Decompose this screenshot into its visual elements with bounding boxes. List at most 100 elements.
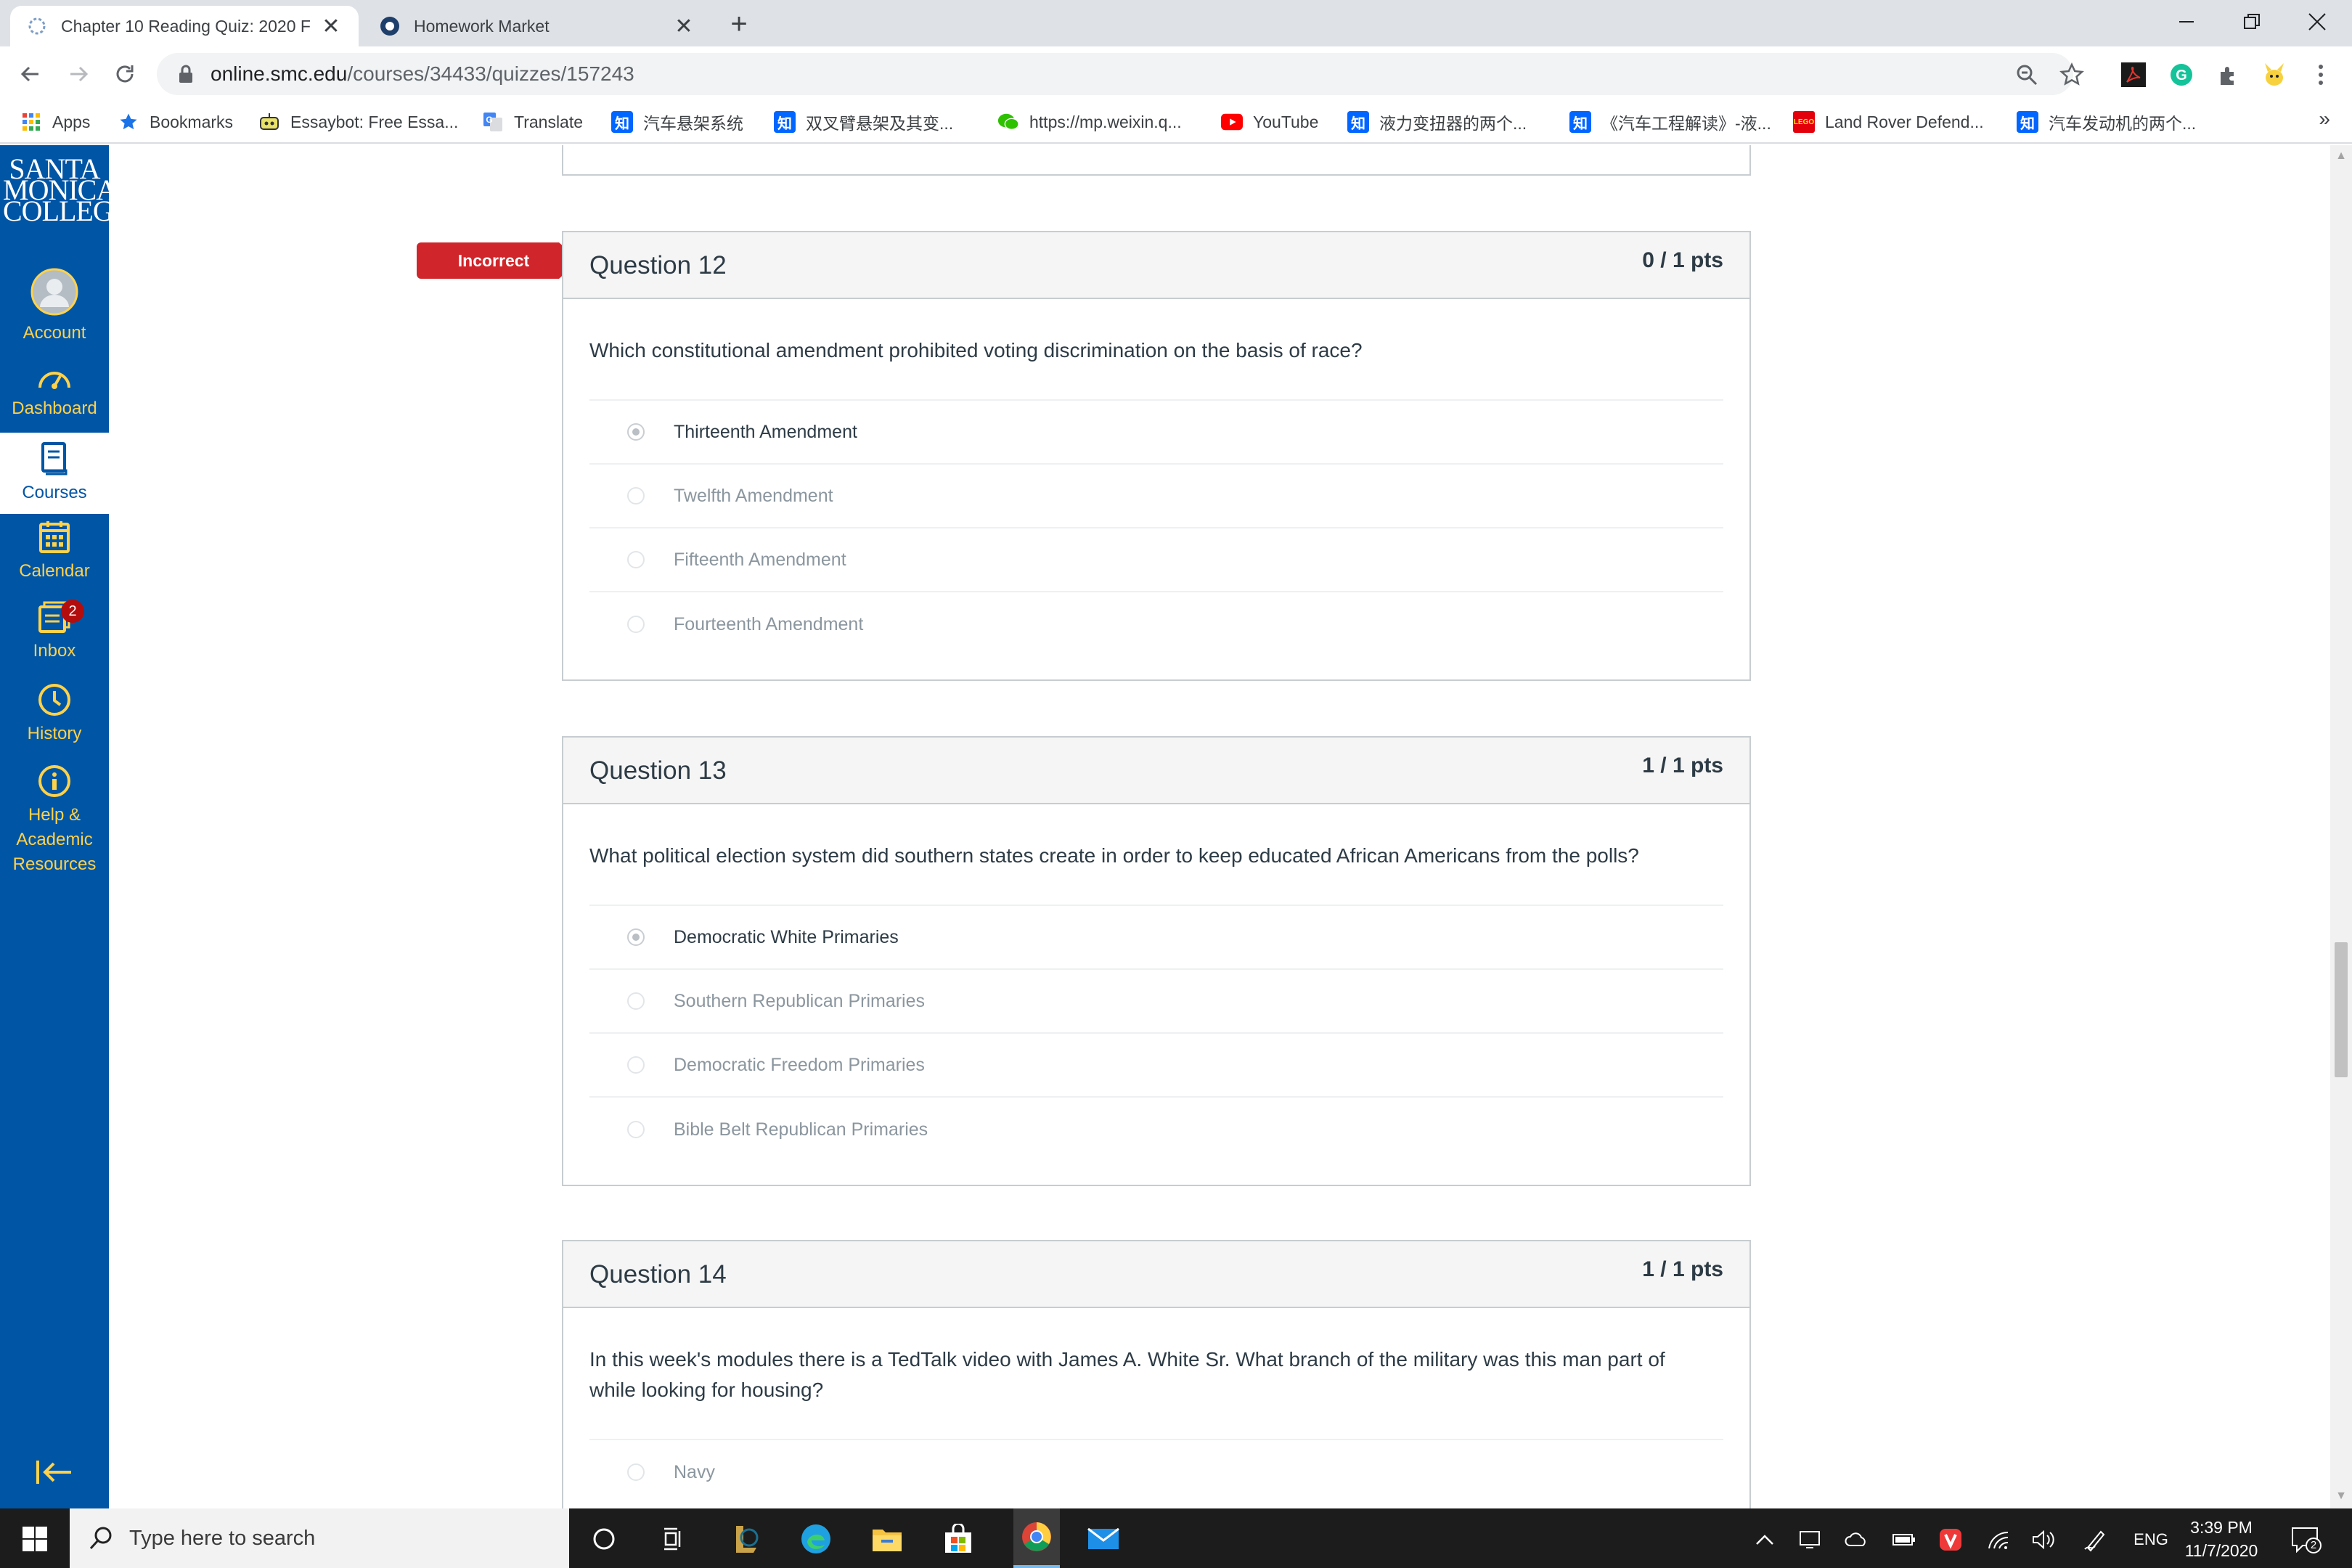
bookmark-zhihu-3[interactable]: 知 液力变扭器的两个... <box>1347 107 1527 136</box>
microsoft-store-icon[interactable] <box>939 1520 977 1558</box>
pikachu-extension-icon[interactable] <box>2261 61 2288 89</box>
windows-start-icon[interactable] <box>16 1520 54 1558</box>
question-header: Question 13 1 / 1 pts <box>563 738 1749 804</box>
calendar-icon <box>39 521 70 553</box>
bookmark-weixin[interactable]: https://mp.weixin.q... <box>997 107 1182 136</box>
youtube-icon <box>1221 111 1243 133</box>
league-app-icon[interactable] <box>727 1520 765 1558</box>
onedrive-icon[interactable] <box>1842 1526 1870 1553</box>
restore-button[interactable] <box>2226 4 2278 39</box>
question-points: 0 / 1 pts <box>1642 248 1723 272</box>
battery-icon[interactable] <box>1890 1526 1918 1553</box>
nav-history[interactable]: History <box>0 682 109 758</box>
answer-list: Navy <box>589 1439 1723 1504</box>
zoom-icon[interactable] <box>2014 62 2040 88</box>
address-bar[interactable]: online.smc.edu/courses/34433/quizzes/157… <box>157 53 2084 95</box>
task-view-icon[interactable] <box>655 1520 693 1558</box>
answer-option[interactable]: Navy <box>589 1440 1723 1504</box>
inbox-unread-badge: 2 <box>61 600 84 623</box>
close-window-button[interactable] <box>2291 4 2343 39</box>
minimize-button[interactable] <box>2160 4 2213 39</box>
collapse-nav-icon[interactable] <box>35 1458 74 1487</box>
nav-dashboard[interactable]: Dashboard <box>0 363 109 433</box>
answer-option[interactable]: Twelfth Amendment <box>589 465 1723 528</box>
bookmark-zhihu-1[interactable]: 知 汽车悬架系统 <box>611 107 743 136</box>
page-scrollbar[interactable]: ▲ ▼ <box>2330 145 2352 1508</box>
tab-quiz[interactable]: Chapter 10 Reading Quiz: 2020 F ✕ <box>10 6 359 46</box>
bookmark-star-icon[interactable] <box>2059 62 2085 88</box>
browser-menu-icon[interactable] <box>2307 61 2335 89</box>
pen-workspace-icon[interactable] <box>2082 1526 2110 1553</box>
courses-icon <box>41 442 68 475</box>
file-explorer-icon[interactable] <box>868 1520 906 1558</box>
grammarly-extension-icon[interactable]: G <box>2168 61 2195 89</box>
incorrect-tag: Incorrect <box>417 242 579 279</box>
url-text: online.smc.edu/courses/34433/quizzes/157… <box>211 62 634 85</box>
volume-icon[interactable] <box>2030 1526 2057 1553</box>
edge-browser-icon[interactable] <box>797 1520 835 1558</box>
nav-help-academic-resources[interactable]: Help & Academic Resources <box>0 764 109 887</box>
answer-option[interactable]: Fifteenth Amendment <box>589 528 1723 592</box>
nav-account[interactable]: Account <box>0 267 109 346</box>
account-icon <box>30 268 78 316</box>
tab-homework-market[interactable]: Homework Market ✕ <box>363 6 711 46</box>
bookmark-zhihu-5[interactable]: 知 汽车发动机的两个... <box>2017 107 2196 136</box>
zhihu-icon: 知 <box>774 111 796 133</box>
answer-option[interactable]: Fourteenth Amendment <box>589 592 1723 656</box>
reload-button[interactable] <box>107 57 142 91</box>
answer-option[interactable]: Democratic White Primaries <box>589 906 1723 970</box>
bookmark-youtube[interactable]: YouTube <box>1221 107 1318 136</box>
mail-icon[interactable] <box>1085 1520 1122 1558</box>
taskbar-clock[interactable]: 3:39 PM 11/7/2020 <box>2163 1516 2279 1562</box>
nav-courses[interactable]: Courses <box>0 433 109 514</box>
wifi-icon[interactable] <box>1985 1526 2012 1553</box>
homework-market-favicon-icon <box>379 15 401 37</box>
show-hidden-icons-icon[interactable] <box>1751 1526 1779 1553</box>
bookmark-land-rover[interactable]: LEGO Land Rover Defend... <box>1793 107 1984 136</box>
chrome-icon[interactable] <box>1013 1508 1060 1568</box>
bookmark-bookmarks[interactable]: Bookmarks <box>118 107 233 136</box>
cortana-icon[interactable] <box>585 1520 623 1558</box>
answer-option[interactable]: Democratic Freedom Primaries <box>589 1034 1723 1098</box>
dashboard-icon <box>38 372 70 389</box>
acrobat-extension-icon[interactable] <box>2120 61 2147 89</box>
global-navigation: SANTA MONICA COLLEGE Account Dashboard C… <box>0 145 131 1508</box>
bookmark-zhihu-2[interactable]: 知 双叉臂悬架及其变... <box>774 107 953 136</box>
bookmarks-overflow-icon[interactable]: » <box>2319 107 2330 131</box>
scrollbar-thumb[interactable] <box>2335 942 2348 1077</box>
previous-question-box <box>562 145 1751 176</box>
extensions-puzzle-icon[interactable] <box>2214 61 2242 89</box>
nav-inbox[interactable]: Inbox 2 <box>0 600 109 675</box>
tab-title: Chapter 10 Reading Quiz: 2020 F <box>61 16 311 36</box>
santa-monica-college-logo[interactable]: SANTA MONICA COLLEGE <box>3 155 131 226</box>
bookmark-essaybot[interactable]: Essaybot: Free Essa... <box>258 107 458 136</box>
question-header: Question 12 0 / 1 pts <box>563 232 1749 299</box>
question-points: 1 / 1 pts <box>1642 754 1723 777</box>
close-tab-icon[interactable]: ✕ <box>319 14 343 39</box>
question-title: Question 14 <box>589 1260 727 1289</box>
question-title: Question 12 <box>589 251 727 279</box>
clock-time: 3:39 PM <box>2190 1518 2253 1537</box>
close-tab-icon[interactable]: ✕ <box>672 14 695 39</box>
scroll-up-icon[interactable]: ▲ <box>2335 150 2348 163</box>
bookmark-apps[interactable]: Apps <box>20 107 90 136</box>
answer-option[interactable]: Bible Belt Republican Primaries <box>589 1098 1723 1161</box>
google-translate-icon: G <box>482 111 504 133</box>
nav-calendar[interactable]: Calendar <box>0 520 109 595</box>
bookmark-translate[interactable]: G Translate <box>482 107 583 136</box>
question-title: Question 13 <box>589 756 727 785</box>
display-icon[interactable] <box>1796 1526 1824 1553</box>
forward-button[interactable] <box>61 57 96 91</box>
bookmark-zhihu-4[interactable]: 知 《汽车工程解读》-液... <box>1569 107 1771 136</box>
taskbar-search-box[interactable]: Type here to search <box>70 1508 569 1568</box>
answer-option[interactable]: Thirteenth Amendment <box>589 401 1723 465</box>
notifications-icon[interactable]: 2 <box>2290 1526 2322 1553</box>
apps-grid-icon <box>20 111 42 133</box>
lock-icon[interactable] <box>176 64 196 84</box>
answer-option[interactable]: Southern Republican Primaries <box>589 970 1723 1034</box>
new-tab-button[interactable]: + <box>723 9 755 41</box>
scroll-down-icon[interactable]: ▼ <box>2335 1490 2348 1503</box>
back-button[interactable] <box>13 57 48 91</box>
question-13: Question 13 1 / 1 pts What political ele… <box>562 736 1751 1186</box>
vivaldi-tray-icon[interactable] <box>1937 1526 1964 1553</box>
